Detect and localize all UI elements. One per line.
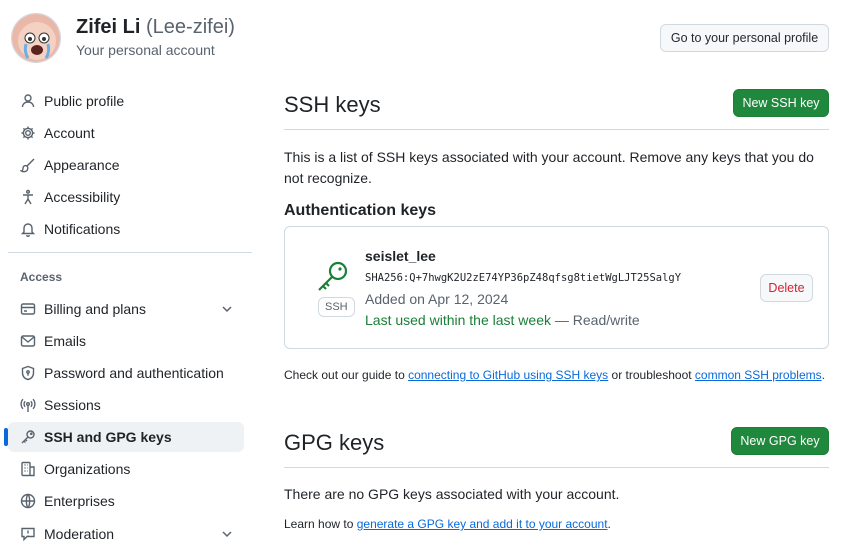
gear-icon — [20, 125, 36, 141]
gpg-keys-title: GPG keys — [284, 430, 385, 455]
report-icon — [20, 526, 36, 542]
ssh-key-title: seislet_lee — [365, 248, 436, 264]
accessibility-icon — [20, 189, 36, 205]
ssh-key-fingerprint: SHA256:Q+7hwgK2U2zE74YP36pZ48qfsg8tietWg… — [365, 272, 682, 284]
shield-lock-icon — [20, 365, 36, 381]
learn-suffix: . — [607, 517, 611, 531]
sidebar-divider — [8, 252, 252, 253]
avatar[interactable] — [11, 13, 61, 63]
sidebar-item-label: Billing and plans — [44, 301, 146, 317]
gpg-title-divider — [284, 467, 829, 468]
sidebar-item-label: Moderation — [44, 526, 115, 542]
guide-prefix: Check out our guide to — [284, 368, 409, 382]
guide-middle: or troubleshoot — [608, 368, 695, 382]
sidebar-item-enterprises[interactable]: Enterprises — [8, 486, 244, 516]
sidebar-item-label: Account — [44, 125, 95, 141]
connecting-ssh-guide-link[interactable]: connecting to GitHub using SSH keys — [408, 368, 608, 382]
sidebar-item-label: Sessions — [44, 397, 101, 413]
new-gpg-key-button[interactable]: New GPG key — [731, 427, 829, 455]
ssh-guide-text: Check out our guide to connecting to Git… — [284, 368, 825, 382]
credit-card-icon — [20, 301, 36, 317]
sidebar-item-organizations[interactable]: Organizations — [8, 454, 244, 484]
sidebar-item-sessions[interactable]: Sessions — [8, 390, 244, 420]
sidebar-item-label: Enterprises — [44, 493, 115, 509]
sidebar-item-billing[interactable]: Billing and plans — [8, 294, 244, 324]
broadcast-icon — [20, 397, 36, 413]
go-to-profile-button[interactable]: Go to your personal profile — [660, 24, 829, 52]
person-icon — [20, 93, 36, 109]
learn-prefix: Learn how to — [284, 517, 357, 531]
avatar-image — [12, 14, 60, 62]
mail-icon — [20, 333, 36, 349]
sidebar-item-password-authentication[interactable]: Password and authentication — [8, 358, 244, 388]
ssh-key-last-used: Last used within the last week — Read/wr… — [365, 312, 640, 328]
access-level-text: — Read/write — [551, 312, 640, 328]
display-name: Zifei Li — [76, 16, 141, 38]
sidebar-item-label: Emails — [44, 333, 87, 349]
key-icon — [315, 259, 351, 295]
ssh-key-added-date: Added on Apr 12, 2024 — [365, 291, 509, 307]
authentication-keys-heading: Authentication keys — [284, 202, 437, 219]
ssh-title-divider — [284, 129, 829, 130]
sidebar-item-label: SSH and GPG keys — [44, 429, 172, 445]
sidebar-item-label: Organizations — [44, 461, 131, 477]
ssh-keys-title: SSH keys — [284, 92, 381, 117]
sidebar-item-ssh-gpg-keys[interactable]: SSH and GPG keys — [4, 422, 244, 452]
user-display-name: Zifei Li (Lee-zifei) — [76, 16, 235, 39]
login-name: (Lee-zifei) — [146, 16, 235, 38]
last-used-text: Last used within the last week — [365, 312, 551, 328]
sidebar-item-accessibility[interactable]: Accessibility — [8, 182, 244, 212]
generate-gpg-key-link[interactable]: generate a GPG key and add it to your ac… — [357, 517, 608, 531]
sidebar-item-account[interactable]: Account — [8, 118, 244, 148]
settings-sidebar: Public profile Account Appearance Access… — [0, 80, 256, 555]
chevron-down-icon[interactable] — [220, 302, 234, 316]
sidebar-item-appearance[interactable]: Appearance — [8, 150, 244, 180]
paintbrush-icon — [20, 157, 36, 173]
sidebar-item-label: Accessibility — [44, 189, 121, 205]
sidebar-item-label: Public profile — [44, 93, 125, 109]
organization-icon — [20, 461, 36, 477]
gpg-learn-text: Learn how to generate a GPG key and add … — [284, 517, 611, 531]
sidebar-item-label: Appearance — [44, 157, 120, 173]
ssh-badge: SSH — [318, 297, 355, 317]
ssh-key-item: SSH seislet_lee SHA256:Q+7hwgK2U2zE74YP3… — [284, 226, 829, 349]
sidebar-item-label: Notifications — [44, 221, 121, 237]
sidebar-section-access: Access — [20, 270, 63, 284]
common-ssh-problems-link[interactable]: common SSH problems — [695, 368, 822, 382]
gpg-empty-text: There are no GPG keys associated with yo… — [284, 486, 620, 502]
sidebar-item-emails[interactable]: Emails — [8, 326, 244, 356]
guide-suffix: . — [821, 368, 825, 382]
bell-icon — [20, 221, 36, 237]
ssh-description: This is a list of SSH keys associated wi… — [284, 149, 814, 186]
sidebar-item-label: Password and authentication — [44, 365, 224, 381]
account-subtitle: Your personal account — [76, 42, 215, 58]
delete-ssh-key-button[interactable]: Delete — [760, 274, 813, 302]
globe-icon — [20, 493, 36, 509]
sidebar-item-public-profile[interactable]: Public profile — [8, 86, 244, 116]
sidebar-item-moderation[interactable]: Moderation — [8, 519, 244, 549]
key-icon — [20, 429, 36, 445]
sidebar-item-notifications[interactable]: Notifications — [8, 214, 244, 244]
account-header: Zifei Li (Lee-zifei) Your personal accou… — [0, 0, 846, 80]
chevron-down-icon[interactable] — [220, 527, 234, 541]
new-ssh-key-button[interactable]: New SSH key — [733, 89, 829, 117]
